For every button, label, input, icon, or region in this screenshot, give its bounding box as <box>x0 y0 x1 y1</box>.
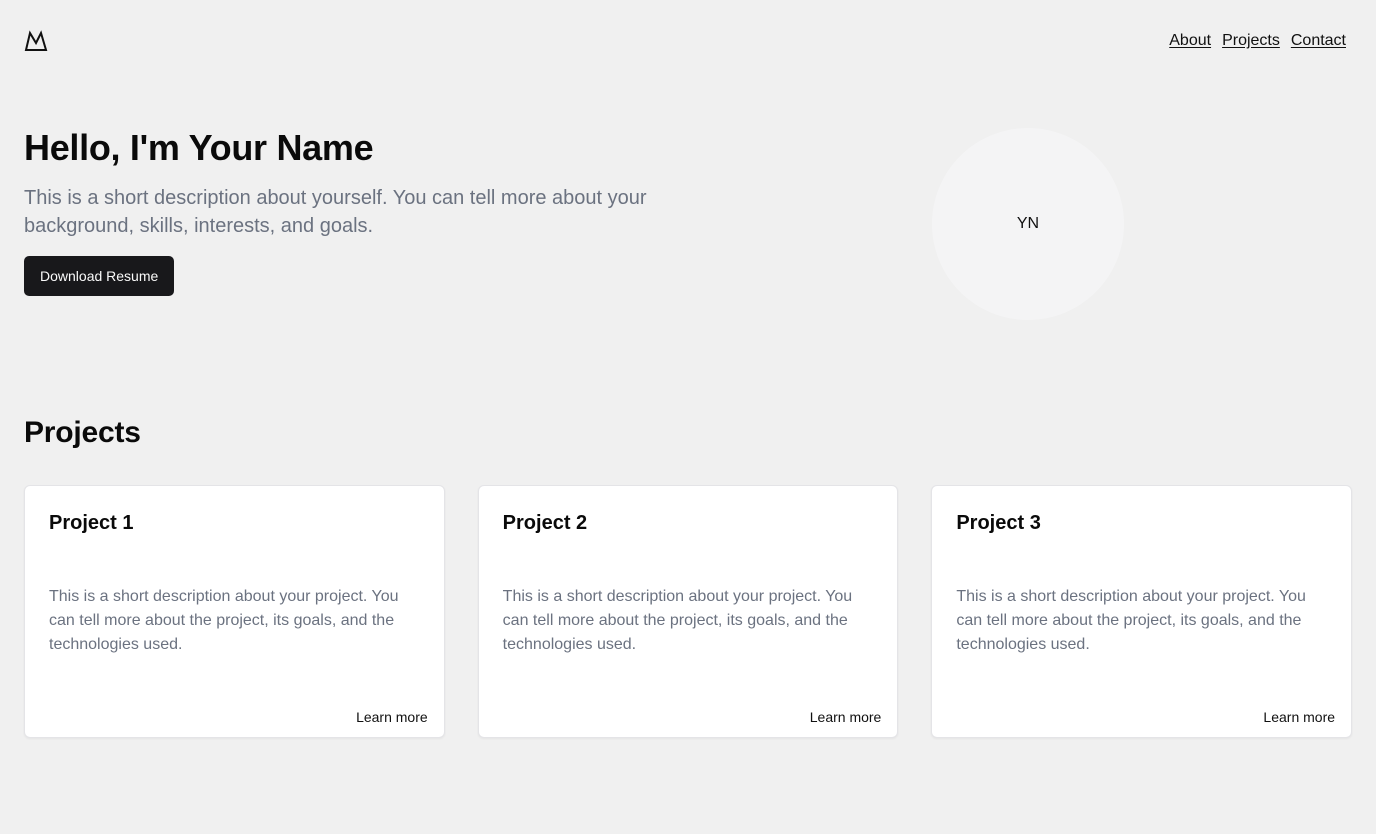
mountain-logo-icon[interactable] <box>24 29 48 53</box>
main-nav: About Projects Contact <box>1169 32 1346 50</box>
project-description: This is a short description about your p… <box>956 588 1306 653</box>
project-cards: Project 1 This is a short description ab… <box>24 485 1353 738</box>
project-card: Project 3 This is a short description ab… <box>931 485 1353 738</box>
nav-link-about[interactable]: About <box>1169 32 1211 50</box>
project-card: Project 1 This is a short description ab… <box>24 485 445 738</box>
site-header: About Projects Contact <box>24 26 1346 56</box>
project-title: Project 2 <box>502 512 588 534</box>
project-title: Project 1 <box>49 512 134 534</box>
download-resume-button[interactable]: Download Resume <box>24 256 175 296</box>
project-description: This is a short description about your p… <box>502 588 853 653</box>
project-title: Project 3 <box>956 512 1041 534</box>
project-card: Project 2 This is a short description ab… <box>477 485 899 738</box>
learn-more-link[interactable]: Learn more <box>810 709 882 725</box>
nav-link-contact[interactable]: Contact <box>1291 32 1346 50</box>
hero-title: Hello, I'm Your Name <box>24 127 374 168</box>
nav-link-projects[interactable]: Projects <box>1222 32 1280 50</box>
projects-heading: Projects <box>24 416 141 449</box>
hero-description: This is a short description about yourse… <box>24 187 647 237</box>
portfolio-page: About Projects Contact Hello, I'm Your N… <box>0 0 1376 834</box>
avatar: YN <box>932 128 1124 320</box>
avatar-initials: YN <box>1016 215 1040 232</box>
learn-more-link[interactable]: Learn more <box>356 709 428 725</box>
learn-more-link[interactable]: Learn more <box>1263 709 1335 725</box>
project-description: This is a short description about your p… <box>49 588 399 653</box>
